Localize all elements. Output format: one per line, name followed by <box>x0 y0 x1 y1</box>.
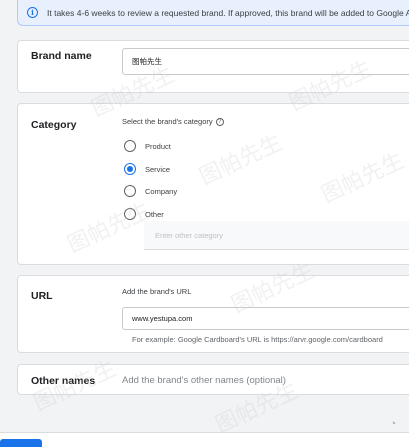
url-prompt: Add the brand's URL <box>122 287 192 296</box>
brand-name-label: Brand name <box>31 50 92 62</box>
radio-option-service[interactable]: Service <box>124 163 170 175</box>
other-category-input[interactable]: Enter other category <box>144 221 409 250</box>
radio-label-other: Other <box>145 209 164 219</box>
info-banner-text: It takes 4-6 weeks to review a requested… <box>47 7 409 18</box>
radio-button[interactable] <box>124 208 136 220</box>
wechat-logo-icon: ◔ <box>389 418 397 430</box>
url-value: www.yestupa.com <box>132 314 193 323</box>
brand-name-card: Brand name 图帕先生 <box>17 40 409 93</box>
category-card: Category Select the brand's category? Pr… <box>17 103 409 265</box>
other-category-placeholder: Enter other category <box>155 230 223 240</box>
category-prompt-text: Select the brand's category <box>122 117 213 126</box>
url-card: URL Add the brand's URL www.yestupa.com … <box>17 275 409 353</box>
category-prompt: Select the brand's category? <box>122 117 224 127</box>
url-input[interactable]: www.yestupa.com <box>122 307 409 330</box>
radio-label-service: Service <box>145 164 171 174</box>
url-hint: For example: Google Cardboard's URL is h… <box>132 335 383 344</box>
radio-label-product: Product <box>145 141 171 151</box>
url-label: URL <box>31 290 53 302</box>
info-icon: i <box>27 7 38 18</box>
primary-action-button[interactable] <box>0 439 42 447</box>
brand-name-value: 图帕先生 <box>132 57 162 66</box>
other-names-label: Other names <box>31 375 96 387</box>
brand-name-input[interactable]: 图帕先生 <box>122 48 409 75</box>
radio-label-company: Company <box>145 186 178 196</box>
radio-option-product[interactable]: Product <box>124 140 171 152</box>
info-banner: i It takes 4-6 weeks to review a request… <box>17 0 409 26</box>
radio-option-company[interactable]: Company <box>124 185 177 197</box>
bottom-action-bar <box>0 432 409 447</box>
radio-button-checked[interactable] <box>124 163 136 175</box>
category-label: Category <box>31 119 77 131</box>
radio-button[interactable] <box>124 140 136 152</box>
radio-button[interactable] <box>124 185 136 197</box>
radio-option-other[interactable]: Other <box>124 208 164 220</box>
help-circle-icon[interactable]: ? <box>215 118 224 127</box>
other-names-card[interactable]: Other names Add the brand's other names … <box>17 364 409 395</box>
other-names-placeholder: Add the brand's other names (optional) <box>122 375 286 386</box>
